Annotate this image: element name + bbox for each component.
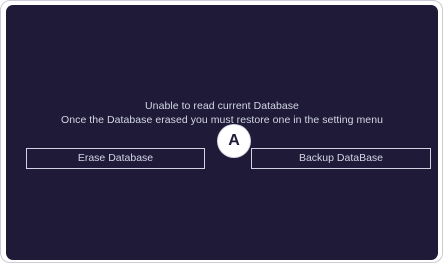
erase-database-button[interactable]: Erase Database — [26, 148, 205, 169]
backup-database-button[interactable]: Backup DataBase — [251, 148, 431, 169]
device-screen: Unable to read current Database Once the… — [6, 5, 438, 260]
callout-marker-a: A — [218, 125, 250, 157]
device-frame: Unable to read current Database Once the… — [0, 0, 443, 263]
error-message-title: Unable to read current Database — [145, 100, 299, 112]
error-message-detail: Once the Database erased you must restor… — [61, 114, 383, 126]
